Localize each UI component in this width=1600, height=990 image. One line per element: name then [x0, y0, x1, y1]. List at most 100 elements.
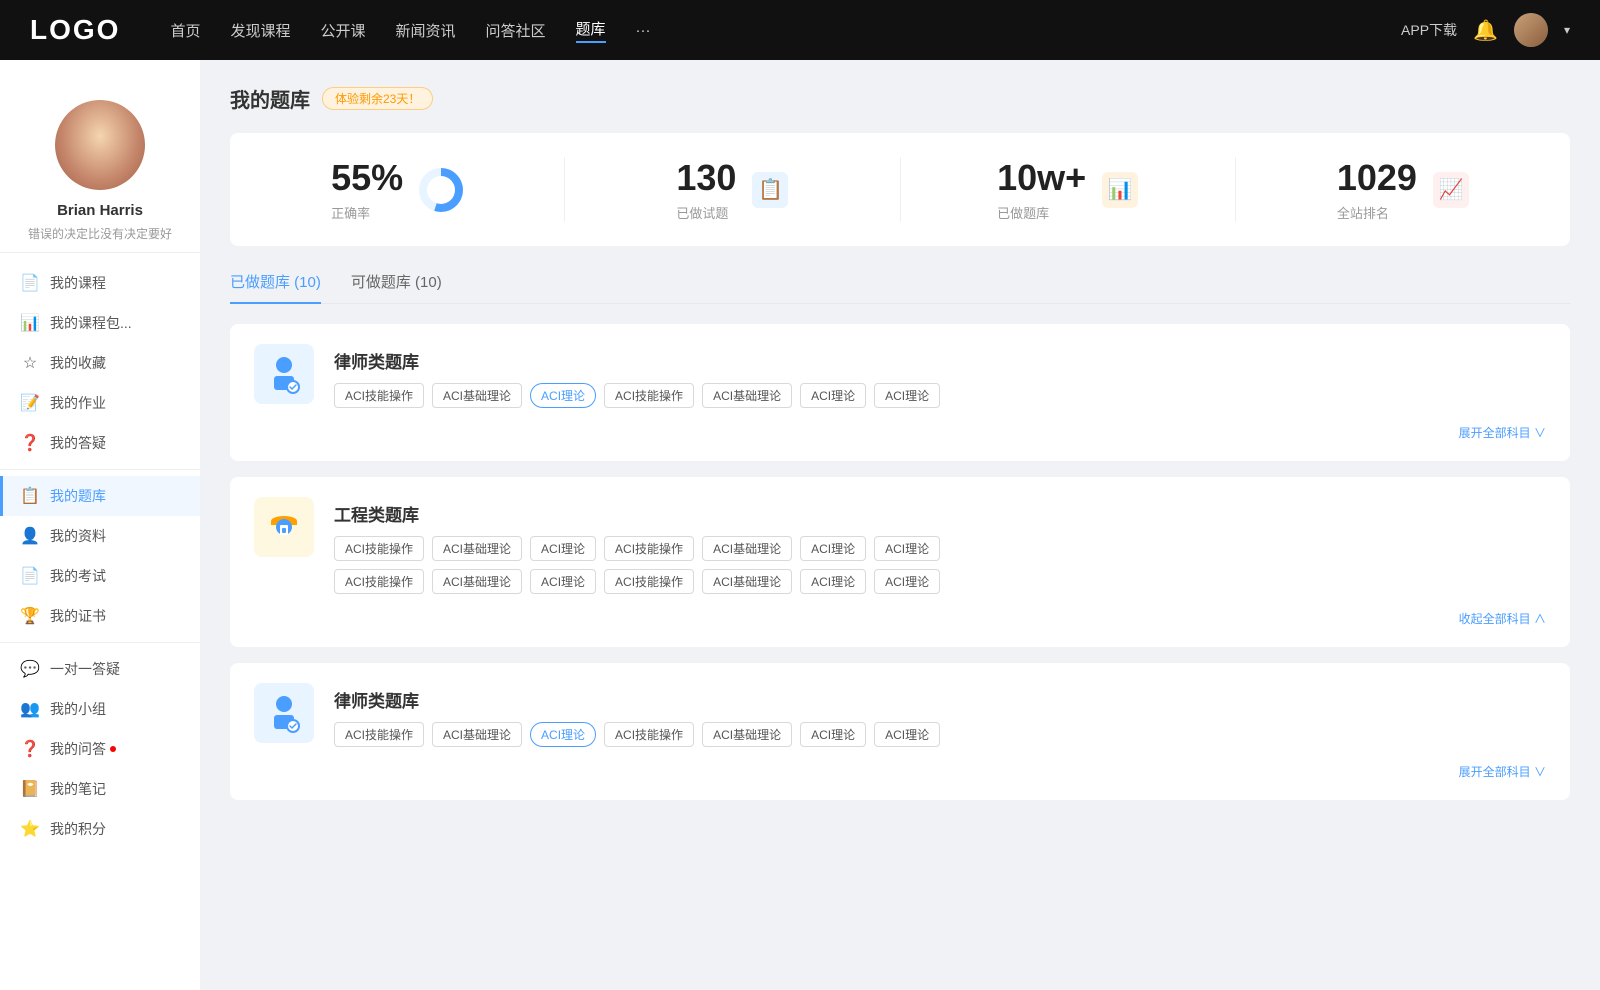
nav-links: 首页 发现课程 公开课 新闻资讯 问答社区 题库 ···: [170, 18, 1401, 43]
tag-1r2-0[interactable]: ACI技能操作: [334, 569, 424, 594]
tag-1-6[interactable]: ACI理论: [874, 536, 940, 561]
qbank-collapse-1[interactable]: 收起全部科目 ∧: [254, 610, 1546, 627]
tab-available-banks[interactable]: 可做题库 (10): [351, 271, 442, 304]
sidebar-username: Brian Harris: [57, 202, 143, 219]
tag-0-2[interactable]: ACI理论: [530, 383, 596, 408]
tag-0-1[interactable]: ACI基础理论: [432, 383, 522, 408]
qbank-icon-lawyer-0: [254, 344, 314, 404]
tag-1-1[interactable]: ACI基础理论: [432, 536, 522, 561]
tag-0-0[interactable]: ACI技能操作: [334, 383, 424, 408]
points-icon: ⭐: [20, 819, 40, 839]
logo[interactable]: LOGO: [30, 14, 120, 46]
nav-open-course[interactable]: 公开课: [320, 20, 365, 41]
sidebar-item-groups[interactable]: 👥 我的小组: [0, 689, 200, 729]
stat-done-banks: 10w+ 已做题库 📊: [901, 157, 1236, 222]
tag-1r2-5[interactable]: ACI理论: [800, 569, 866, 594]
tag-1r2-4[interactable]: ACI基础理论: [702, 569, 792, 594]
ranking-left: 1029 全站排名: [1337, 157, 1417, 222]
tag-1r2-1[interactable]: ACI基础理论: [432, 569, 522, 594]
notes-icon: 📔: [20, 779, 40, 799]
nav-more[interactable]: ···: [636, 22, 651, 39]
stat-done-questions: 130 已做试题 📋: [565, 157, 900, 222]
sidebar-item-my-qa[interactable]: ❓ 我的问答: [0, 729, 200, 769]
tag-0-5[interactable]: ACI理论: [800, 383, 866, 408]
tag-2-2[interactable]: ACI理论: [530, 722, 596, 747]
tag-0-6[interactable]: ACI理论: [874, 383, 940, 408]
tag-2-5[interactable]: ACI理论: [800, 722, 866, 747]
sidebar-item-notes[interactable]: 📔 我的笔记: [0, 769, 200, 809]
done-banks-icon: 📊: [1102, 172, 1138, 208]
nav-discover[interactable]: 发现课程: [230, 20, 290, 41]
nav-news[interactable]: 新闻资讯: [396, 20, 456, 41]
tag-1-4[interactable]: ACI基础理论: [702, 536, 792, 561]
tag-1r2-3[interactable]: ACI技能操作: [604, 569, 694, 594]
done-questions-number: 130: [676, 157, 736, 199]
main-wrapper: Brian Harris 错误的决定比没有决定要好 📄 我的课程 📊 我的课程包…: [0, 60, 1600, 990]
qbank-card-1: 工程类题库 ACI技能操作 ACI基础理论 ACI理论 ACI技能操作 ACI基…: [230, 477, 1570, 647]
donut-chart: [419, 168, 463, 212]
tag-1-2[interactable]: ACI理论: [530, 536, 596, 561]
avatar[interactable]: [1514, 13, 1548, 47]
sidebar-item-points[interactable]: ⭐ 我的积分: [0, 809, 200, 849]
tag-0-3[interactable]: ACI技能操作: [604, 383, 694, 408]
main-content: 我的题库 体验剩余23天！ 55% 正确率 130 已做试题: [200, 60, 1600, 990]
trial-badge: 体验剩余23天！: [322, 87, 433, 110]
sidebar-item-one-on-one[interactable]: 💬 一对一答疑: [0, 649, 200, 689]
my-qa-icon: ❓: [20, 739, 40, 759]
tag-2-0[interactable]: ACI技能操作: [334, 722, 424, 747]
divider-2: [0, 642, 200, 643]
sidebar-motto: 错误的决定比没有决定要好: [28, 225, 172, 242]
sidebar-item-my-courses[interactable]: 📄 我的课程: [0, 263, 200, 303]
sidebar-item-qa[interactable]: ❓ 我的答疑: [0, 423, 200, 463]
app-download-button[interactable]: APP下载: [1401, 20, 1457, 40]
notification-bell[interactable]: 🔔: [1473, 18, 1498, 43]
sidebar-item-course-packages[interactable]: 📊 我的课程包...: [0, 303, 200, 343]
packages-icon: 📊: [20, 313, 40, 333]
nav-home[interactable]: 首页: [170, 20, 200, 41]
homework-icon: 📝: [20, 393, 40, 413]
qbank-info-0: 律师类题库 ACI技能操作 ACI基础理论 ACI理论 ACI技能操作 ACI基…: [334, 344, 940, 408]
done-banks-number: 10w+: [997, 157, 1086, 199]
sidebar-item-certificate[interactable]: 🏆 我的证书: [0, 596, 200, 636]
qbank-icon-lawyer-2: [254, 683, 314, 743]
tag-1r2-2[interactable]: ACI理论: [530, 569, 596, 594]
qbank-expand-0[interactable]: 展开全部科目 ∨: [254, 424, 1546, 441]
accuracy-icon-container: [419, 168, 463, 212]
sidebar-item-qbank[interactable]: 📋 我的题库: [0, 476, 200, 516]
sidebar-item-homework[interactable]: 📝 我的作业: [0, 383, 200, 423]
tag-1-5[interactable]: ACI理论: [800, 536, 866, 561]
navbar-right: APP下载 🔔 ▾: [1401, 13, 1570, 47]
tag-1-3[interactable]: ACI技能操作: [604, 536, 694, 561]
sidebar-item-profile[interactable]: 👤 我的资料: [0, 516, 200, 556]
qbank-card-header-2: 律师类题库 ACI技能操作 ACI基础理论 ACI理论 ACI技能操作 ACI基…: [254, 683, 1546, 747]
qbank-info-2: 律师类题库 ACI技能操作 ACI基础理论 ACI理论 ACI技能操作 ACI基…: [334, 683, 940, 747]
ranking-number: 1029: [1337, 157, 1417, 199]
qbank-card-header-0: 律师类题库 ACI技能操作 ACI基础理论 ACI理论 ACI技能操作 ACI基…: [254, 344, 1546, 408]
certificate-icon: 🏆: [20, 606, 40, 626]
done-questions-icon: 📋: [752, 172, 788, 208]
tag-1r2-6[interactable]: ACI理论: [874, 569, 940, 594]
tag-2-1[interactable]: ACI基础理论: [432, 722, 522, 747]
tag-2-4[interactable]: ACI基础理论: [702, 722, 792, 747]
nav-qa[interactable]: 问答社区: [486, 20, 546, 41]
qa-icon: ❓: [20, 433, 40, 453]
sidebar-item-exam[interactable]: 📄 我的考试: [0, 556, 200, 596]
sidebar-menu: 📄 我的课程 📊 我的课程包... ☆ 我的收藏 📝 我的作业 ❓ 我的答疑 �: [0, 263, 200, 849]
qbank-expand-2[interactable]: 展开全部科目 ∨: [254, 763, 1546, 780]
ranking-icon: 📈: [1433, 172, 1469, 208]
favorites-icon: ☆: [20, 353, 40, 373]
tabs-row: 已做题库 (10) 可做题库 (10): [230, 270, 1570, 304]
user-dropdown-arrow[interactable]: ▾: [1564, 23, 1570, 37]
tab-done-banks[interactable]: 已做题库 (10): [230, 271, 321, 304]
tag-2-3[interactable]: ACI技能操作: [604, 722, 694, 747]
nav-qbank[interactable]: 题库: [576, 18, 606, 43]
done-banks-left: 10w+ 已做题库: [997, 157, 1086, 222]
donut-inner: [427, 176, 455, 204]
tag-1-0[interactable]: ACI技能操作: [334, 536, 424, 561]
tag-0-4[interactable]: ACI基础理论: [702, 383, 792, 408]
tag-2-6[interactable]: ACI理论: [874, 722, 940, 747]
qbank-icon-engineer: [254, 497, 314, 557]
qbank-card-header-1: 工程类题库 ACI技能操作 ACI基础理论 ACI理论 ACI技能操作 ACI基…: [254, 497, 1546, 594]
sidebar-item-favorites[interactable]: ☆ 我的收藏: [0, 343, 200, 383]
sidebar-profile: Brian Harris 错误的决定比没有决定要好: [0, 80, 200, 253]
